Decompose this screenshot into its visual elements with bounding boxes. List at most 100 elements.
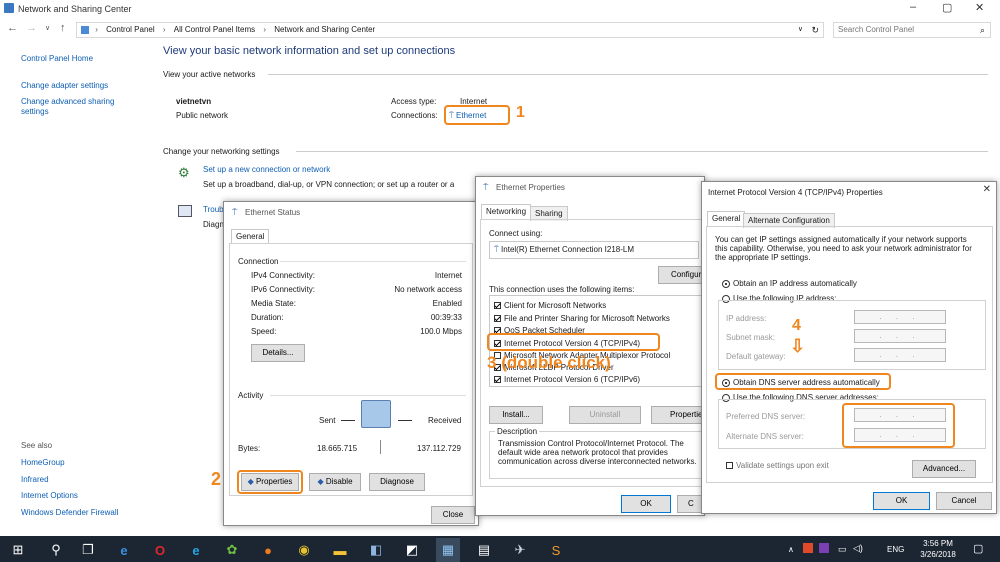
- divider: [270, 395, 466, 396]
- troubleshoot-link[interactable]: Troub: [203, 205, 224, 214]
- tab-general[interactable]: General: [231, 229, 270, 244]
- obtain-ip-radio[interactable]: Obtain an IP address automatically: [722, 279, 857, 288]
- minimize-button[interactable]: –: [910, 1, 916, 13]
- details-button[interactable]: Details...: [251, 344, 305, 362]
- item-properties-button[interactable]: Properties: [651, 406, 707, 424]
- close-status-button[interactable]: Close: [431, 506, 475, 524]
- checkbox[interactable]: [494, 315, 501, 323]
- crumb-control-panel[interactable]: Control Panel: [106, 25, 154, 34]
- sent-label: Sent: [319, 416, 336, 425]
- app-icon[interactable]: ◧: [364, 538, 388, 562]
- ipv4-ok-button[interactable]: OK: [873, 492, 930, 510]
- search-input[interactable]: Search Control Panel ⌕: [833, 22, 991, 38]
- media-state-value: Enabled: [432, 299, 462, 308]
- opera-icon[interactable]: O: [148, 538, 172, 562]
- disable-button[interactable]: ◆ Disable: [309, 473, 361, 491]
- sidebar-item-internet-options[interactable]: Internet Options: [21, 491, 78, 500]
- clock-time[interactable]: 3:56 PM: [916, 539, 960, 548]
- search-icon[interactable]: ⌕: [980, 23, 985, 37]
- setup-connection-link[interactable]: Set up a new connection or network: [203, 165, 330, 174]
- start-icon[interactable]: ⊞: [6, 538, 30, 562]
- close-button[interactable]: ✕: [975, 1, 984, 14]
- breadcrumb[interactable]: › Control Panel › All Control Panel Item…: [76, 22, 824, 38]
- firefox-icon[interactable]: ●: [256, 538, 280, 562]
- checkbox[interactable]: [494, 376, 501, 384]
- sublime-icon[interactable]: S: [544, 538, 568, 562]
- calculator-icon[interactable]: ▤: [472, 538, 496, 562]
- ethernet-status-dialog: ⍑ Ethernet Status General Connection IPv…: [223, 201, 479, 526]
- address-bar: ← → ∨ ↑ › Control Panel › All Control Pa…: [0, 20, 1000, 40]
- adapter-icon: ⍑: [494, 245, 499, 254]
- step-4-label: 4: [792, 317, 801, 334]
- tray-chevron-icon[interactable]: ∧: [788, 545, 794, 554]
- items-label: This connection uses the following items…: [489, 285, 635, 294]
- ie-icon[interactable]: e: [184, 538, 208, 562]
- file-explorer-icon[interactable]: ▬: [328, 538, 352, 562]
- crumb-all-items[interactable]: All Control Panel Items: [174, 25, 255, 34]
- keyboard-lang[interactable]: ENG: [887, 545, 904, 554]
- ipv4-cancel-button[interactable]: Cancel: [936, 492, 992, 510]
- control-panel-icon[interactable]: ▦: [436, 538, 460, 562]
- validate-checkbox[interactable]: Validate settings upon exit: [726, 461, 829, 470]
- list-item[interactable]: File and Printer Sharing for Microsoft N…: [494, 314, 670, 323]
- uninstall-button[interactable]: Uninstall: [569, 406, 641, 424]
- step-2-label: 2: [211, 469, 222, 489]
- up-icon[interactable]: ↑: [60, 22, 66, 34]
- search-placeholder: Search Control Panel: [838, 25, 915, 34]
- ipv4-close-icon[interactable]: ✕: [983, 184, 991, 195]
- crumb-network-center[interactable]: Network and Sharing Center: [274, 25, 375, 34]
- shield-icon: ◆: [317, 477, 324, 486]
- change-settings-label: Change your networking settings: [163, 147, 280, 156]
- network-type: Public network: [176, 111, 229, 120]
- step-3-text: (double click): [501, 353, 611, 372]
- ipv4-properties-dialog: Internet Protocol Version 4 (TCP/IPv4) P…: [701, 181, 997, 514]
- clock-date[interactable]: 3/26/2018: [916, 550, 960, 559]
- app-icon[interactable]: ◩: [400, 538, 424, 562]
- radio[interactable]: [722, 279, 730, 288]
- app-icon[interactable]: ✈: [508, 538, 532, 562]
- forward-icon[interactable]: →: [26, 22, 37, 34]
- sidebar-item-infrared[interactable]: Infrared: [21, 475, 49, 484]
- coccoc-icon[interactable]: ✿: [220, 538, 244, 562]
- step-3-label: 3 (double click): [487, 353, 611, 373]
- sidebar-item-home[interactable]: Control Panel Home: [21, 54, 93, 63]
- search-icon[interactable]: ⚲: [44, 538, 68, 562]
- configure-button[interactable]: Configure: [658, 266, 706, 284]
- tab-general[interactable]: General: [707, 211, 746, 226]
- maximize-button[interactable]: ▢: [942, 1, 952, 14]
- advanced-button[interactable]: Advanced...: [912, 460, 976, 478]
- diagnose-button[interactable]: Diagnose: [369, 473, 425, 491]
- checkbox[interactable]: [726, 462, 733, 470]
- network-tray-icon[interactable]: ▭: [838, 544, 847, 555]
- sidebar-item-adapter[interactable]: Change adapter settings: [21, 81, 108, 90]
- sidebar-item-firewall[interactable]: Windows Defender Firewall: [21, 508, 118, 517]
- props-ok-button[interactable]: OK: [621, 495, 671, 513]
- page-title: View your basic network information and …: [163, 45, 456, 57]
- address-dropdown-icon[interactable]: ∨: [798, 23, 803, 37]
- subnet-input[interactable]: . . .: [854, 329, 946, 343]
- checkbox[interactable]: [494, 302, 501, 310]
- task-view-icon[interactable]: ❐: [76, 538, 100, 562]
- list-item[interactable]: Client for Microsoft Networks: [494, 301, 606, 310]
- description-label: Description: [495, 427, 540, 436]
- received-line: [398, 420, 412, 421]
- history-chevron-icon[interactable]: ∨: [45, 24, 50, 32]
- edge-icon[interactable]: e: [112, 538, 136, 562]
- sidebar-item-homegroup[interactable]: HomeGroup: [21, 458, 65, 467]
- back-icon[interactable]: ←: [7, 22, 18, 34]
- tray-app-icon[interactable]: [803, 543, 813, 553]
- gateway-input[interactable]: . . .: [854, 348, 946, 362]
- network-center-icon: [4, 3, 14, 13]
- notifications-icon[interactable]: ▢: [973, 542, 983, 555]
- install-button[interactable]: Install...: [489, 406, 543, 424]
- tray-app-icon[interactable]: [819, 543, 829, 553]
- ipv6-conn-label: IPv6 Connectivity:: [251, 285, 316, 294]
- list-item[interactable]: Internet Protocol Version 6 (TCP/IPv6): [494, 375, 640, 384]
- refresh-icon[interactable]: ↻: [811, 23, 819, 37]
- connect-using-label: Connect using:: [489, 229, 543, 238]
- volume-icon[interactable]: ◁): [853, 543, 863, 554]
- chrome-icon[interactable]: ◉: [292, 538, 316, 562]
- sidebar-item-sharing[interactable]: Change advanced sharing settings: [21, 97, 131, 117]
- ip-address-input[interactable]: . . .: [854, 310, 946, 324]
- tab-networking[interactable]: Networking: [481, 204, 532, 219]
